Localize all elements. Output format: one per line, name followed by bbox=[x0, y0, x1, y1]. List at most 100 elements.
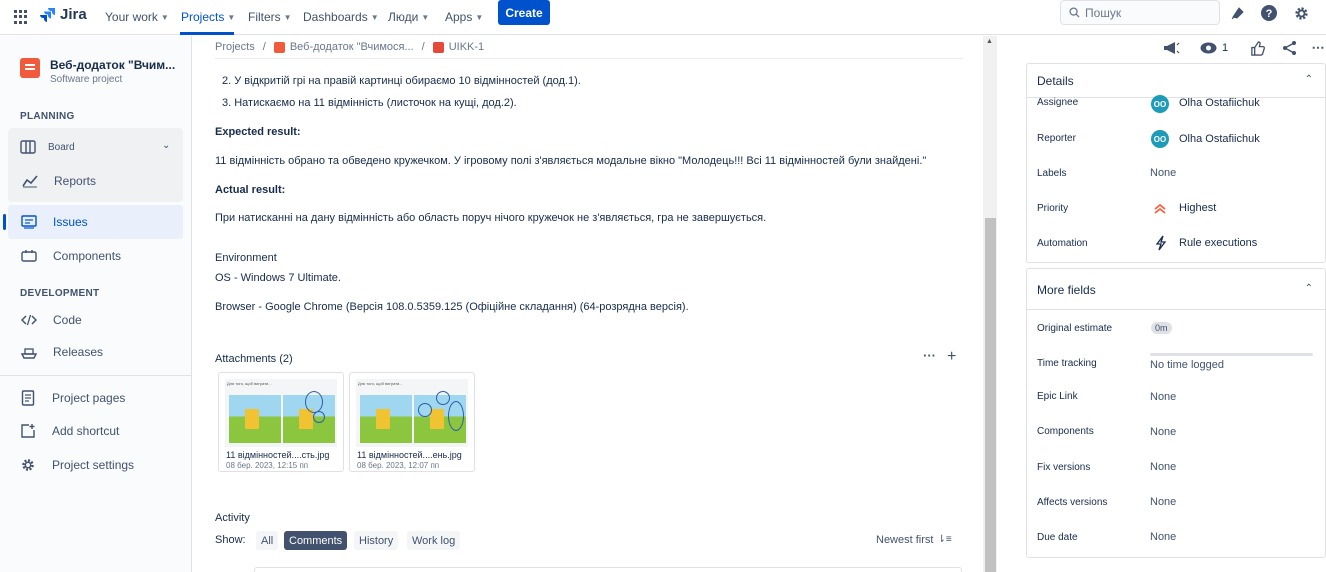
environment-browser: Browser - Google Chrome (Версія 108.0.53… bbox=[215, 301, 689, 313]
reporter-value[interactable]: Olha Ostafiichuk bbox=[1179, 133, 1260, 145]
breadcrumb-separator: / bbox=[262, 41, 266, 53]
nav-your-work[interactable]: Your work ▼ bbox=[105, 6, 169, 28]
sidebar-item-code[interactable]: Code bbox=[21, 309, 82, 331]
board-expand-chevron-icon[interactable]: ⌄ bbox=[162, 140, 170, 151]
attachment-thumbnail: Для того, щоб виграти... bbox=[356, 379, 468, 447]
activity-filter-all[interactable]: All bbox=[256, 531, 279, 550]
nav-apps[interactable]: Apps ▼ bbox=[445, 6, 483, 28]
sidebar-item-project-pages-label: Project pages bbox=[52, 391, 126, 405]
attachment-date: 08 бер. 2023, 12:15 пп bbox=[226, 461, 309, 470]
due-date-value[interactable]: None bbox=[1150, 531, 1176, 543]
more-options-icon[interactable]: ··· bbox=[923, 348, 936, 363]
components-value[interactable]: None bbox=[1150, 426, 1176, 438]
breadcrumb: Projects / Веб-додаток "Вчимося... / UIK… bbox=[215, 41, 484, 53]
help-icon[interactable]: ? bbox=[1259, 3, 1279, 23]
sidebar-item-releases[interactable]: Releases bbox=[21, 341, 103, 363]
epic-link-value[interactable]: None bbox=[1150, 391, 1176, 403]
attachment-file-name: 11 відмінностей....ень.jpg bbox=[357, 450, 462, 460]
activity-filter-history[interactable]: History bbox=[354, 531, 399, 550]
attachment-card[interactable]: Для того, щоб виграти... 11 відмінностей… bbox=[218, 372, 344, 472]
components-icon bbox=[21, 248, 37, 264]
like-thumbs-up-icon[interactable] bbox=[1248, 39, 1266, 57]
add-attachment-icon[interactable]: + bbox=[947, 348, 956, 366]
create-button[interactable]: Create bbox=[498, 0, 550, 25]
project-type: Software project bbox=[50, 74, 123, 85]
more-actions-icon[interactable]: ⋯ bbox=[1309, 39, 1326, 57]
expected-result-text: 11 відмінність обрано та обведено кружеч… bbox=[215, 155, 927, 167]
nav-people[interactable]: Люди ▼ bbox=[388, 6, 429, 28]
chevron-down-icon: ▼ bbox=[475, 12, 484, 22]
feedback-megaphone-icon[interactable] bbox=[1162, 39, 1180, 57]
panel-divider bbox=[1027, 309, 1326, 310]
sidebar-item-project-settings[interactable]: Project settings bbox=[20, 454, 134, 476]
field-label-assignee: Assignee bbox=[1037, 97, 1079, 108]
sidebar-divider bbox=[0, 375, 191, 376]
jira-logo[interactable]: Jira bbox=[40, 6, 87, 23]
chevron-down-icon: ▼ bbox=[283, 12, 292, 22]
sidebar-item-project-pages[interactable]: Project pages bbox=[20, 387, 125, 409]
attachment-date: 08 бер. 2023, 12:07 пп bbox=[357, 461, 440, 470]
scroll-up-arrow-icon[interactable]: ▲ bbox=[986, 38, 993, 45]
sidebar-item-issues[interactable]: Issues bbox=[21, 211, 88, 233]
activity-title: Activity bbox=[215, 512, 250, 524]
sidebar-item-add-shortcut-label: Add shortcut bbox=[52, 424, 120, 438]
original-estimate-value[interactable]: 0m bbox=[1151, 322, 1172, 334]
step-item: 2. У відкритій грі на правій картинці об… bbox=[222, 75, 581, 87]
attachment-card[interactable]: Для того, щоб виграти... 11 відмінностей… bbox=[349, 372, 475, 472]
bug-icon bbox=[432, 41, 444, 53]
priority-value[interactable]: Highest bbox=[1179, 202, 1216, 214]
sidebar-item-reports-label: Reports bbox=[54, 174, 97, 188]
priority-highest-icon bbox=[1154, 203, 1166, 217]
fix-versions-value[interactable]: None bbox=[1150, 461, 1176, 473]
share-icon[interactable] bbox=[1281, 39, 1299, 57]
gear-icon bbox=[20, 457, 36, 473]
breadcrumb-separator: / bbox=[421, 41, 425, 53]
time-tracking-bar[interactable] bbox=[1150, 353, 1313, 356]
more-fields-title[interactable]: More fields bbox=[1037, 283, 1096, 297]
details-title[interactable]: Details bbox=[1037, 74, 1074, 88]
scrollbar-thumb[interactable] bbox=[985, 218, 996, 572]
assignee-value[interactable]: Olha Ostafiichuk bbox=[1179, 97, 1260, 109]
environment-os: OS - Windows 7 Ultimate. bbox=[215, 272, 341, 284]
nav-dashboards-label: Dashboards bbox=[303, 10, 368, 24]
app-switcher-icon[interactable] bbox=[14, 10, 28, 24]
sidebar-item-code-label: Code bbox=[53, 313, 82, 327]
search-input[interactable]: Пошук bbox=[1060, 0, 1220, 25]
jira-logo-icon bbox=[40, 7, 55, 22]
project-header[interactable]: Веб-додаток "Вчим... Software project bbox=[20, 58, 175, 85]
actual-result-text: При натисканні на дану відмінність або о… bbox=[215, 212, 767, 224]
notifications-icon[interactable] bbox=[1228, 3, 1248, 23]
breadcrumb-issue-key[interactable]: UIKK-1 bbox=[449, 41, 484, 53]
nav-projects[interactable]: Projects ▼ bbox=[181, 6, 235, 28]
affects-versions-value[interactable]: None bbox=[1150, 496, 1176, 508]
field-label-components: Components bbox=[1037, 426, 1094, 437]
nav-active-indicator bbox=[180, 32, 234, 35]
activity-filter-comments[interactable]: Comments bbox=[284, 531, 348, 550]
field-label-original-estimate: Original estimate bbox=[1037, 323, 1113, 334]
watchers-button[interactable]: 1 bbox=[1200, 39, 1232, 57]
nav-filters[interactable]: Filters ▼ bbox=[248, 6, 292, 28]
environment-title: Environment bbox=[215, 252, 277, 264]
field-label-automation: Automation bbox=[1037, 238, 1088, 249]
chevron-down-icon: ▼ bbox=[421, 12, 430, 22]
chevron-up-icon[interactable]: ⌃ bbox=[1305, 74, 1313, 85]
settings-gear-icon[interactable] bbox=[1291, 3, 1311, 23]
activity-filter-work-log[interactable]: Work log bbox=[407, 531, 461, 550]
field-label-reporter: Reporter bbox=[1037, 133, 1076, 144]
sort-newest-first-button[interactable]: Newest first ⇂≡ bbox=[876, 534, 952, 546]
avatar: OO bbox=[1151, 95, 1169, 113]
automation-rule-executions-link[interactable]: Rule executions bbox=[1179, 237, 1257, 249]
sidebar-item-add-shortcut[interactable]: Add shortcut bbox=[20, 420, 119, 442]
nav-dashboards[interactable]: Dashboards ▼ bbox=[303, 6, 379, 28]
breadcrumb-projects[interactable]: Projects bbox=[215, 41, 255, 53]
field-label-epic-link: Epic Link bbox=[1037, 391, 1078, 402]
project-name: Веб-додаток "Вчим... bbox=[50, 58, 176, 72]
chevron-up-icon[interactable]: ⌃ bbox=[1305, 283, 1313, 294]
sidebar-item-releases-label: Releases bbox=[53, 345, 104, 359]
comment-input[interactable] bbox=[254, 567, 962, 572]
sidebar-item-reports[interactable]: Reports bbox=[22, 170, 96, 192]
breadcrumb-project[interactable]: Веб-додаток "Вчимося... bbox=[290, 41, 414, 53]
labels-value[interactable]: None bbox=[1150, 167, 1176, 179]
sidebar-item-components[interactable]: Components bbox=[21, 245, 121, 267]
sidebar-item-board[interactable]: Board bbox=[20, 136, 75, 158]
